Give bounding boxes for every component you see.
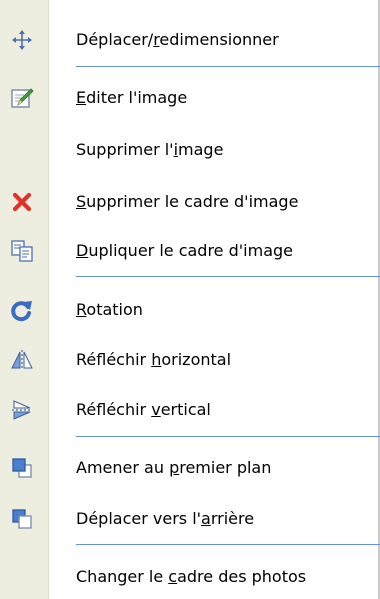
menu-item-duplicate-frame[interactable]: Dupliquer le cadre d'image bbox=[0, 229, 378, 273]
duplicate-icon bbox=[9, 238, 35, 264]
menu-item-move-resize[interactable]: Déplacer/redimensionner bbox=[0, 18, 378, 62]
menu-item-label: Editer l'image bbox=[76, 88, 188, 107]
menu-item-edit-image[interactable]: Editer l'image bbox=[0, 76, 378, 120]
menu-separator bbox=[76, 436, 380, 437]
move-arrows-icon bbox=[9, 27, 35, 53]
menu-separator bbox=[76, 66, 380, 67]
menu-item-send-backward[interactable]: Déplacer vers l'arrière bbox=[0, 497, 378, 541]
delete-x-icon bbox=[9, 189, 35, 215]
rotate-icon bbox=[9, 297, 35, 323]
menu-item-rotation[interactable]: Rotation bbox=[0, 288, 378, 332]
menu-separator bbox=[76, 276, 380, 277]
menu-item-delete-frame[interactable]: Supprimer le cadre d'image bbox=[0, 180, 378, 224]
menu-item-label: Déplacer/redimensionner bbox=[76, 30, 279, 49]
menu-item-label: Supprimer l'image bbox=[76, 140, 224, 159]
flip-vertical-icon bbox=[9, 397, 35, 423]
menu-item-label: Rotation bbox=[76, 300, 143, 319]
menu-item-label: Supprimer le cadre d'image bbox=[76, 192, 299, 211]
edit-image-icon bbox=[9, 85, 35, 111]
menu-item-label: Déplacer vers l'arrière bbox=[76, 509, 255, 528]
send-backward-icon bbox=[9, 506, 35, 532]
menu-item-flip-vertical[interactable]: Réfléchir vertical bbox=[0, 388, 378, 432]
menu-item-label: Amener au premier plan bbox=[76, 458, 272, 477]
menu-item-label: Réfléchir vertical bbox=[76, 400, 211, 419]
menu-item-label: Réfléchir horizontal bbox=[76, 350, 232, 369]
menu-item-change-photo-frame[interactable]: Changer le cadre des photos bbox=[0, 555, 378, 599]
menu-item-bring-to-front[interactable]: Amener au premier plan bbox=[0, 446, 378, 490]
bring-to-front-icon bbox=[9, 455, 35, 481]
menu-item-delete-image[interactable]: Supprimer l'image bbox=[0, 128, 378, 172]
menu-item-label: Dupliquer le cadre d'image bbox=[76, 241, 293, 260]
flip-horizontal-icon bbox=[9, 347, 35, 373]
context-menu: Déplacer/redimensionner Editer l'image S… bbox=[0, 0, 380, 599]
menu-item-flip-horizontal[interactable]: Réfléchir horizontal bbox=[0, 338, 378, 382]
menu-item-label: Changer le cadre des photos bbox=[76, 567, 307, 586]
menu-separator bbox=[76, 544, 380, 545]
